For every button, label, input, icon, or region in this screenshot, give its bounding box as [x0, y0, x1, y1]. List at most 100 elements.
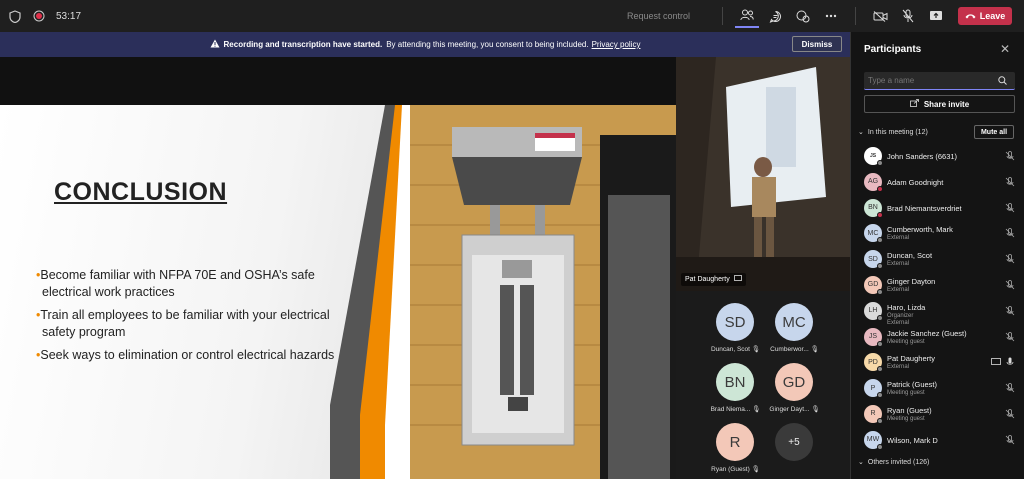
participant-name: Haro, Lizda: [887, 302, 926, 312]
meeting-stage: CONCLUSION •Become familiar with NFPA 70…: [0, 57, 850, 479]
mic-off-icon[interactable]: [1005, 434, 1015, 445]
presenter-video: [676, 57, 850, 291]
participant-row[interactable]: PD Pat Daugherty External: [851, 349, 1024, 375]
participant-row[interactable]: SD Duncan, Scot External: [851, 246, 1024, 272]
leave-button[interactable]: Leave: [958, 7, 1012, 25]
mic-off-icon[interactable]: [1005, 409, 1015, 419]
presence-status-icon: [877, 340, 883, 347]
participant-name: Jackie Sanchez (Guest): [887, 328, 967, 338]
participant-name: Ryan (Guest): [887, 405, 932, 415]
participant-name: Brad Niemantsverdriet: [887, 203, 962, 213]
mic-off-icon[interactable]: [1005, 228, 1015, 238]
mic-off-icon[interactable]: [896, 4, 920, 28]
participant-role: External: [887, 286, 910, 293]
video-name-label: Pat Daugherty: [681, 273, 746, 286]
share-screen-icon[interactable]: [924, 4, 948, 28]
participant-role: External: [887, 364, 910, 371]
screen-share-icon: [991, 358, 1001, 366]
recording-banner: Recording and transcription have started…: [0, 32, 850, 57]
participant-role: External: [887, 235, 910, 242]
participant-role: External: [887, 261, 910, 268]
banner-bold-text: Recording and transcription have started…: [223, 40, 383, 49]
mic-off-icon[interactable]: [1005, 151, 1015, 161]
presence-status-icon: [877, 237, 883, 244]
avatar: MC: [775, 303, 813, 341]
chevron-down-icon: ⌄: [858, 459, 864, 466]
mic-off-icon: 🎙: [810, 346, 819, 353]
close-icon[interactable]: ✕: [1000, 42, 1010, 56]
avatar: GD: [775, 363, 813, 401]
participant-row[interactable]: R Ryan (Guest) Meeting guest: [851, 401, 1024, 427]
privacy-policy-link[interactable]: Privacy policy: [592, 40, 641, 49]
presence-status-icon: [877, 366, 883, 373]
mic-off-icon[interactable]: [1005, 254, 1015, 264]
more-icon[interactable]: [819, 4, 843, 28]
tile-name: Ginger Dayt... 🎙: [769, 406, 820, 413]
shield-icon[interactable]: [8, 9, 22, 23]
participant-name: Adam Goodnight: [887, 177, 944, 187]
presence-status-icon: [877, 314, 883, 321]
participant-row[interactable]: AG Adam Goodnight: [851, 169, 1024, 195]
slide-bullet: •Become familiar with NFPA 70E and OSHA’…: [36, 268, 315, 299]
participant-row[interactable]: JS Jackie Sanchez (Guest) Meeting guest: [851, 324, 1024, 350]
presence-status-icon: [877, 263, 883, 270]
request-control-button[interactable]: Request control: [627, 11, 690, 21]
avatar: R: [716, 423, 754, 461]
mute-all-button[interactable]: Mute all: [974, 125, 1014, 139]
toolbar-divider: [722, 7, 723, 25]
share-invite-button[interactable]: Share invite: [864, 95, 1015, 113]
participant-name: Cumberworth, Mark: [887, 225, 953, 235]
chat-icon[interactable]: [763, 4, 787, 28]
presence-status-icon: [877, 185, 883, 192]
mic-off-icon[interactable]: [1005, 383, 1015, 393]
participant-name: Wilson, Mark D: [887, 435, 938, 445]
pinned-video[interactable]: Pat Daugherty: [676, 57, 850, 291]
in-meeting-header[interactable]: ⌄ In this meeting (12): [858, 128, 928, 137]
search-box[interactable]: [864, 72, 1015, 90]
avatar: BN: [716, 363, 754, 401]
participant-list: JS John Sanders (6631) AG Adam Goodnight BN B…: [851, 143, 1024, 453]
participant-name: Patrick (Guest): [887, 380, 938, 390]
mic-off-icon: 🎙: [811, 406, 820, 413]
mic-off-icon[interactable]: [1005, 305, 1015, 316]
participant-row[interactable]: MW Wilson, Mark D: [851, 427, 1024, 453]
electrical-panel-photo: [410, 105, 676, 479]
participant-row[interactable]: LH Haro, Lizda Organizer External: [851, 298, 1024, 326]
phone-icon: [965, 14, 976, 19]
toolbar-divider: [855, 7, 856, 25]
mic-off-icon[interactable]: [1005, 202, 1015, 213]
gallery-tile[interactable]: MC Cumberwor... 🎙: [751, 295, 838, 353]
gallery-tile[interactable]: GD Ginger Dayt... 🎙: [751, 355, 838, 413]
slide-bullets: •Become familiar with NFPA 70E and OSHA’…: [36, 267, 356, 370]
participant-role: Organizer: [887, 312, 914, 319]
panel-title: Participants: [864, 44, 922, 55]
dismiss-button[interactable]: Dismiss: [792, 36, 842, 52]
tile-name: Cumberwor... 🎙: [770, 346, 819, 353]
more-participants-tile[interactable]: +5: [751, 415, 838, 469]
participant-role: Meeting guest: [887, 390, 925, 397]
participant-name: Duncan, Scot: [887, 251, 933, 261]
share-icon: [909, 99, 919, 109]
participant-row[interactable]: MC Cumberworth, Mark External: [851, 220, 1024, 246]
others-invited-header[interactable]: ⌄ Others invited (126): [858, 458, 929, 467]
screen-share-icon: [733, 275, 742, 284]
participant-name: Pat Daugherty: [887, 354, 935, 364]
participant-row[interactable]: BN Brad Niemantsverdriet: [851, 195, 1024, 221]
participant-gallery: SD Duncan, Scot 🎙 MC Cumberwor... 🎙 BN B…: [676, 291, 850, 479]
search-input[interactable]: [868, 76, 998, 85]
participant-row[interactable]: GD Ginger Dayton External: [851, 272, 1024, 298]
mic-off-icon[interactable]: [1005, 280, 1015, 290]
participants-panel: Participants ✕ Share invite ⌄ In this me…: [850, 32, 1024, 479]
participant-row[interactable]: P Patrick (Guest) Meeting guest: [851, 375, 1024, 401]
camera-off-icon[interactable]: [868, 4, 892, 28]
reactions-icon[interactable]: [791, 4, 815, 28]
people-icon[interactable]: [735, 4, 759, 28]
mic-off-icon[interactable]: [1005, 331, 1015, 342]
mic-off-icon[interactable]: [1005, 176, 1015, 187]
participant-row[interactable]: JS John Sanders (6631): [851, 143, 1024, 169]
mic-icon[interactable]: [1005, 357, 1015, 367]
presence-status-icon: [877, 211, 883, 218]
presence-status-icon: [877, 417, 883, 424]
chevron-down-icon: ⌄: [858, 129, 864, 136]
search-icon[interactable]: [998, 72, 1007, 90]
